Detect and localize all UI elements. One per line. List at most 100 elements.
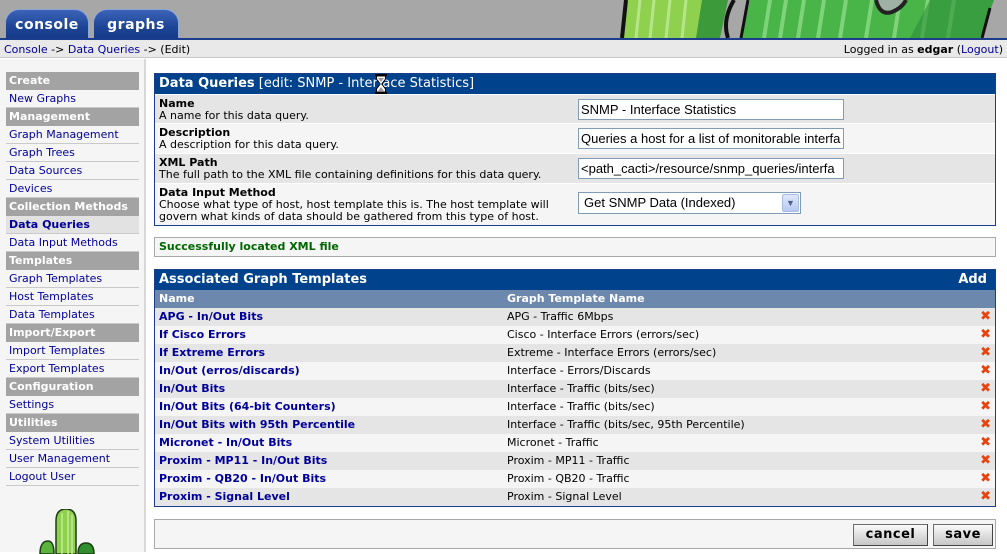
graph-template-name: Interface - Errors/Discards (507, 364, 651, 377)
sidebar-item-export-templates[interactable]: Export Templates (6, 360, 139, 378)
sidebar-item-settings[interactable]: Settings (6, 396, 139, 414)
sidebar-item-devices[interactable]: Devices (6, 180, 139, 198)
tab-console[interactable]: console (5, 9, 89, 38)
graph-template-link[interactable]: If Extreme Errors (159, 346, 265, 359)
form-title-main: Data Queries (159, 76, 255, 91)
table-row: APG - In/Out Bits APG - Traffic 6Mbps ✖ (155, 308, 995, 326)
status-message: Successfully located XML file (154, 237, 996, 257)
sidebar-item-data-queries[interactable]: Data Queries (6, 216, 139, 234)
sidebar-item-graph-trees[interactable]: Graph Trees (6, 144, 139, 162)
field-desc-data-input-method: Choose what type of host, host template … (159, 198, 549, 223)
delete-icon[interactable]: ✖ (980, 362, 991, 380)
graph-templates-panel: Associated Graph Templates Add Name Grap… (154, 269, 996, 507)
data-query-form: Data Queries [edit: SNMP - Interface Sta… (154, 73, 996, 226)
xml-path-input[interactable]: <path_cacti>/resource/snmp_queries/inter… (578, 158, 844, 179)
sidebar-item-host-templates[interactable]: Host Templates (6, 288, 139, 306)
sidebar: Create New Graphs Management Graph Manag… (0, 59, 146, 554)
field-desc-xml-path: The full path to the XML file containing… (159, 168, 542, 181)
sidebar-item-data-input-methods[interactable]: Data Input Methods (6, 234, 139, 252)
column-header-graph-template-name: Graph Template Name (507, 292, 645, 305)
form-title: Data Queries [edit: SNMP - Interface Sta… (155, 74, 995, 94)
field-row-xml-path: XML Path The full path to the XML file c… (155, 153, 995, 183)
graph-template-link[interactable]: Proxim - QB20 - In/Out Bits (159, 472, 326, 485)
tab-graphs[interactable]: graphs (93, 9, 179, 38)
graph-template-name: Interface - Traffic (bits/sec) (507, 400, 655, 413)
graph-template-name: Proxim - QB20 - Traffic (507, 472, 630, 485)
sidebar-item-new-graphs[interactable]: New Graphs (6, 90, 139, 108)
graph-template-link[interactable]: In/Out Bits (64-bit Counters) (159, 400, 336, 413)
graph-template-link[interactable]: In/Out Bits with 95th Percentile (159, 418, 355, 431)
graph-template-link[interactable]: Proxim - Signal Level (159, 490, 290, 503)
save-button[interactable]: save (933, 524, 993, 546)
breadcrumb: Console -> Data Queries -> (Edit) (4, 43, 190, 56)
login-status: Logged in as edgar (Logout) (843, 43, 1003, 56)
sidebar-item-import-templates[interactable]: Import Templates (6, 342, 139, 360)
table-row: Proxim - Signal Level Proxim - Signal Lev… (155, 488, 995, 506)
table-row: If Cisco Errors Cisco - Interface Errors … (155, 326, 995, 344)
table-row: In/Out Bits with 95th Percentile Interfac… (155, 416, 995, 434)
delete-icon[interactable]: ✖ (980, 398, 991, 416)
field-desc-name: A name for this data query. (159, 109, 309, 122)
sidebar-item-graph-management[interactable]: Graph Management (6, 126, 139, 144)
graph-template-link[interactable]: In/Out (erros/discards) (159, 364, 300, 377)
graph-template-name: Cisco - Interface Errors (errors/sec) (507, 328, 700, 341)
table-row: In/Out Bits Interface - Traffic (bits/sec… (155, 380, 995, 398)
cancel-button[interactable]: cancel (853, 524, 928, 546)
add-graph-template-link[interactable]: Add (958, 270, 987, 290)
table-row: Micronet - In/Out Bits Micronet - Traffic… (155, 434, 995, 452)
logout-link[interactable]: Logout (961, 43, 999, 56)
field-desc-description: A description for this data query. (159, 138, 339, 151)
delete-icon[interactable]: ✖ (980, 434, 991, 452)
sidebar-item-data-sources[interactable]: Data Sources (6, 162, 139, 180)
delete-icon[interactable]: ✖ (980, 452, 991, 470)
field-row-data-input-method: Data Input Method Choose what type of ho… (155, 183, 995, 225)
breadcrumb-separator: -> (143, 43, 157, 56)
delete-icon[interactable]: ✖ (980, 326, 991, 344)
breadcrumb-data-queries[interactable]: Data Queries (68, 43, 140, 56)
delete-icon[interactable]: ✖ (980, 470, 991, 488)
graph-template-link[interactable]: If Cisco Errors (159, 328, 246, 341)
sidebar-header-management: Management (6, 108, 139, 126)
sidebar-header-templates: Templates (6, 252, 139, 270)
breadcrumb-console[interactable]: Console (4, 43, 48, 56)
breadcrumb-bar: Console -> Data Queries -> (Edit) Logged… (0, 40, 1007, 58)
column-header-name: Name (159, 292, 195, 305)
sidebar-header-import-export: Import/Export (6, 324, 139, 342)
delete-icon[interactable]: ✖ (980, 344, 991, 362)
data-input-method-select[interactable]: Get SNMP Data (Indexed) ▼ (578, 192, 801, 214)
graph-template-link[interactable]: APG - In/Out Bits (159, 310, 263, 323)
sidebar-item-user-management[interactable]: User Management (6, 450, 139, 468)
delete-icon[interactable]: ✖ (980, 416, 991, 434)
data-input-method-value: Get SNMP Data (Indexed) (584, 195, 736, 210)
graph-templates-title: Associated Graph Templates (159, 272, 368, 287)
breadcrumb-separator: -> (51, 43, 65, 56)
form-title-subtitle: [edit: SNMP - Interface Statistics] (258, 76, 475, 91)
sidebar-item-system-utilities[interactable]: System Utilities (6, 432, 139, 450)
graph-template-name: Interface - Traffic (bits/sec, 95th Perc… (507, 418, 745, 431)
sidebar-item-graph-templates[interactable]: Graph Templates (6, 270, 139, 288)
chevron-down-icon[interactable]: ▼ (782, 194, 799, 212)
sidebar-item-data-templates[interactable]: Data Templates (6, 306, 139, 324)
description-input[interactable]: Queries a host for a list of monitorable… (578, 128, 844, 149)
cactus-logo-icon (39, 509, 95, 554)
field-row-name: Name A name for this data query. SNMP - … (155, 94, 995, 123)
sidebar-header-utilities: Utilities (6, 414, 139, 432)
sidebar-header-collection-methods: Collection Methods (6, 198, 139, 216)
graph-template-name: Interface - Traffic (bits/sec) (507, 382, 655, 395)
top-banner: console graphs (0, 0, 1007, 38)
graph-template-name: Proxim - MP11 - Traffic (507, 454, 630, 467)
graph-template-link[interactable]: Micronet - In/Out Bits (159, 436, 292, 449)
graph-template-name: Micronet - Traffic (507, 436, 599, 449)
delete-icon[interactable]: ✖ (980, 308, 991, 326)
sidebar-header-configuration: Configuration (6, 378, 139, 396)
delete-icon[interactable]: ✖ (980, 488, 991, 506)
graph-template-link[interactable]: Proxim - MP11 - In/Out Bits (159, 454, 327, 467)
delete-icon[interactable]: ✖ (980, 380, 991, 398)
graph-template-name: Extreme - Interface Errors (errors/sec) (507, 346, 717, 359)
name-input[interactable]: SNMP - Interface Statistics (578, 99, 844, 120)
table-row: In/Out (erros/discards) Interface - Error… (155, 362, 995, 380)
sidebar-item-logout-user[interactable]: Logout User (6, 468, 139, 486)
table-row: In/Out Bits (64-bit Counters) Interface -… (155, 398, 995, 416)
graph-template-link[interactable]: In/Out Bits (159, 382, 225, 395)
form-actions: cancel save (154, 519, 996, 549)
